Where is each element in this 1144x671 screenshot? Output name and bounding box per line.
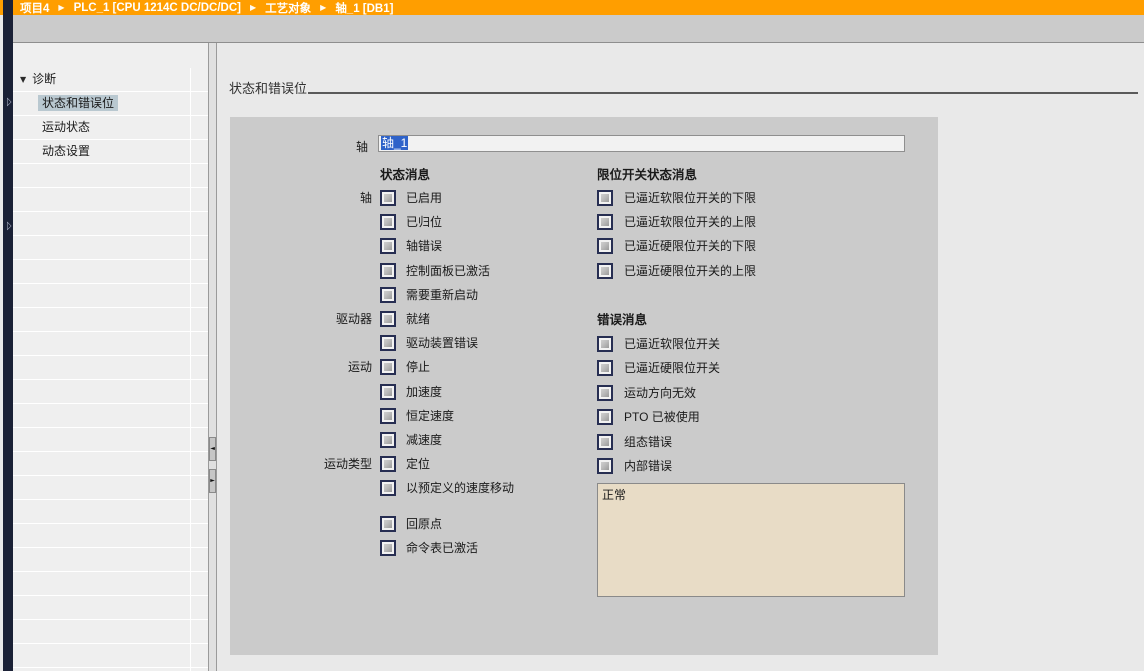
error-indicator-label: 内部错误 [624, 459, 672, 474]
status-messages-header: 状态消息 [380, 164, 430, 183]
status-indicator-label: 恒定速度 [406, 409, 454, 424]
status-indicator-label: 命令表已激活 [406, 541, 478, 556]
breadcrumb-separator-icon: ▶ [250, 3, 256, 12]
status-indicator-box [380, 480, 396, 496]
limit-indicator-box [597, 263, 613, 279]
status-indicator-label: 控制面板已激活 [406, 264, 490, 279]
status-indicator-box [380, 311, 396, 327]
tree-node-diagnostics[interactable]: ▼ 诊断 [13, 68, 190, 92]
chevron-down-icon[interactable]: ▼ [20, 68, 26, 91]
tree-leaf-label: 状态和错误位 [38, 95, 118, 111]
splitter-expand-right-button[interactable]: ► [209, 469, 216, 493]
diagnostics-nav-tree: ▼ 诊断状态和错误位运动状态动态设置 [13, 43, 208, 671]
axis-input-selected-text: 轴_1 [381, 136, 408, 150]
status-indicator-box [380, 287, 396, 303]
status-indicator-box [380, 456, 396, 472]
status-indicator-label: 轴错误 [406, 239, 442, 254]
status-group-label: 驱动器 [230, 312, 372, 327]
breadcrumb-separator-icon: ▶ [320, 3, 326, 12]
status-indicator-box [380, 335, 396, 351]
panel-splitter[interactable]: ◄ ► [208, 43, 217, 671]
error-indicator-label: PTO 已被使用 [624, 410, 700, 425]
error-messages-header: 错误消息 [597, 309, 647, 328]
status-indicator-box [380, 190, 396, 206]
limit-indicator-label: 已逼近硬限位开关的下限 [624, 239, 756, 254]
tree-leaf-label: 运动状态 [38, 119, 94, 135]
limit-indicator-label: 已逼近软限位开关的下限 [624, 191, 756, 206]
breadcrumb-segment[interactable]: 项目4 [20, 0, 49, 16]
tree-grid-line [190, 68, 191, 671]
status-message-box: 正常 [597, 483, 905, 597]
status-indicator-label: 定位 [406, 457, 430, 472]
error-indicator-label: 组态错误 [624, 435, 672, 450]
axis-select-input[interactable]: 轴_1 [378, 135, 905, 152]
status-indicator-box [380, 540, 396, 556]
limit-indicator-label: 已逼近硬限位开关的上限 [624, 264, 756, 279]
limit-indicator-box [597, 238, 613, 254]
error-indicator-box [597, 360, 613, 376]
title-rule [308, 92, 1138, 94]
status-indicator-box [380, 516, 396, 532]
status-indicator-label: 已启用 [406, 191, 442, 206]
error-indicator-label: 已逼近硬限位开关 [624, 361, 720, 376]
status-indicator-label: 已归位 [406, 215, 442, 230]
collapsed-panel-handle-icon: ◹ [2, 221, 12, 231]
status-indicator-label: 就绪 [406, 312, 430, 327]
breadcrumb-segment[interactable]: 轴_1 [DB1] [335, 0, 393, 16]
error-indicator-box [597, 458, 613, 474]
breadcrumb: 项目4 ▶ PLC_1 [CPU 1214C DC/DC/DC] ▶ 工艺对象 ▶ 轴_1 … [13, 0, 1144, 15]
limit-indicator-box [597, 214, 613, 230]
error-indicator-box [597, 434, 613, 450]
status-indicator-box [380, 432, 396, 448]
toolbar-strip [13, 15, 1144, 43]
status-indicator-box [380, 408, 396, 424]
tree-leaf-2[interactable]: 运动状态 [13, 116, 190, 140]
limit-indicator-box [597, 190, 613, 206]
tia-portal-diagnostics-window: ◹ ◹ 项目4 ▶ PLC_1 [CPU 1214C DC/DC/DC] ▶ 工艺对象 ▶… [0, 0, 1144, 671]
limit-indicator-label: 已逼近软限位开关的上限 [624, 215, 756, 230]
error-indicator-box [597, 409, 613, 425]
status-indicator-box [380, 214, 396, 230]
tree-root-label: 诊断 [32, 72, 56, 86]
status-group-label: 运动类型 [230, 457, 372, 472]
tree-leaf-3[interactable]: 动态设置 [13, 140, 190, 164]
breadcrumb-segment[interactable]: 工艺对象 [265, 0, 311, 16]
error-indicator-label: 已逼近软限位开关 [624, 337, 720, 352]
status-indicator-box [380, 384, 396, 400]
collapsed-panel-handle-icon: ◹ [2, 97, 12, 107]
status-indicator-box [380, 263, 396, 279]
status-group-label: 运动 [230, 360, 372, 375]
tree-leaf-label: 动态设置 [38, 143, 94, 159]
breadcrumb-segment[interactable]: PLC_1 [CPU 1214C DC/DC/DC] [74, 2, 241, 14]
tree-rows: ▼ 诊断状态和错误位运动状态动态设置 [13, 68, 208, 671]
error-indicator-box [597, 336, 613, 352]
status-message-text: 正常 [602, 488, 626, 502]
status-group-label: 轴 [230, 191, 372, 206]
error-indicator-label: 运动方向无效 [624, 386, 696, 401]
status-error-panel: 轴 轴_1 状态消息 限位开关状态消息 错误消息 轴已启用已归位轴错误控制面板已… [230, 117, 938, 655]
splitter-collapse-left-button[interactable]: ◄ [209, 437, 216, 461]
status-indicator-label: 驱动装置错误 [406, 336, 478, 351]
status-indicator-label: 需要重新启动 [406, 288, 478, 303]
collapsed-panel-strip[interactable]: ◹ ◹ [3, 0, 13, 671]
status-indicator-label: 回原点 [406, 517, 442, 532]
tree-leaf-1[interactable]: 状态和错误位 [13, 92, 190, 116]
axis-field-label: 轴 [238, 138, 368, 155]
limit-switch-header: 限位开关状态消息 [597, 164, 697, 183]
status-indicator-label: 加速度 [406, 385, 442, 400]
status-indicator-box [380, 238, 396, 254]
status-indicator-label: 停止 [406, 360, 430, 375]
page-title: 状态和错误位 [229, 78, 307, 97]
breadcrumb-separator-icon: ▶ [58, 3, 64, 12]
status-indicator-label: 以预定义的速度移动 [406, 481, 514, 496]
status-indicator-box [380, 359, 396, 375]
error-indicator-box [597, 385, 613, 401]
status-indicator-label: 减速度 [406, 433, 442, 448]
